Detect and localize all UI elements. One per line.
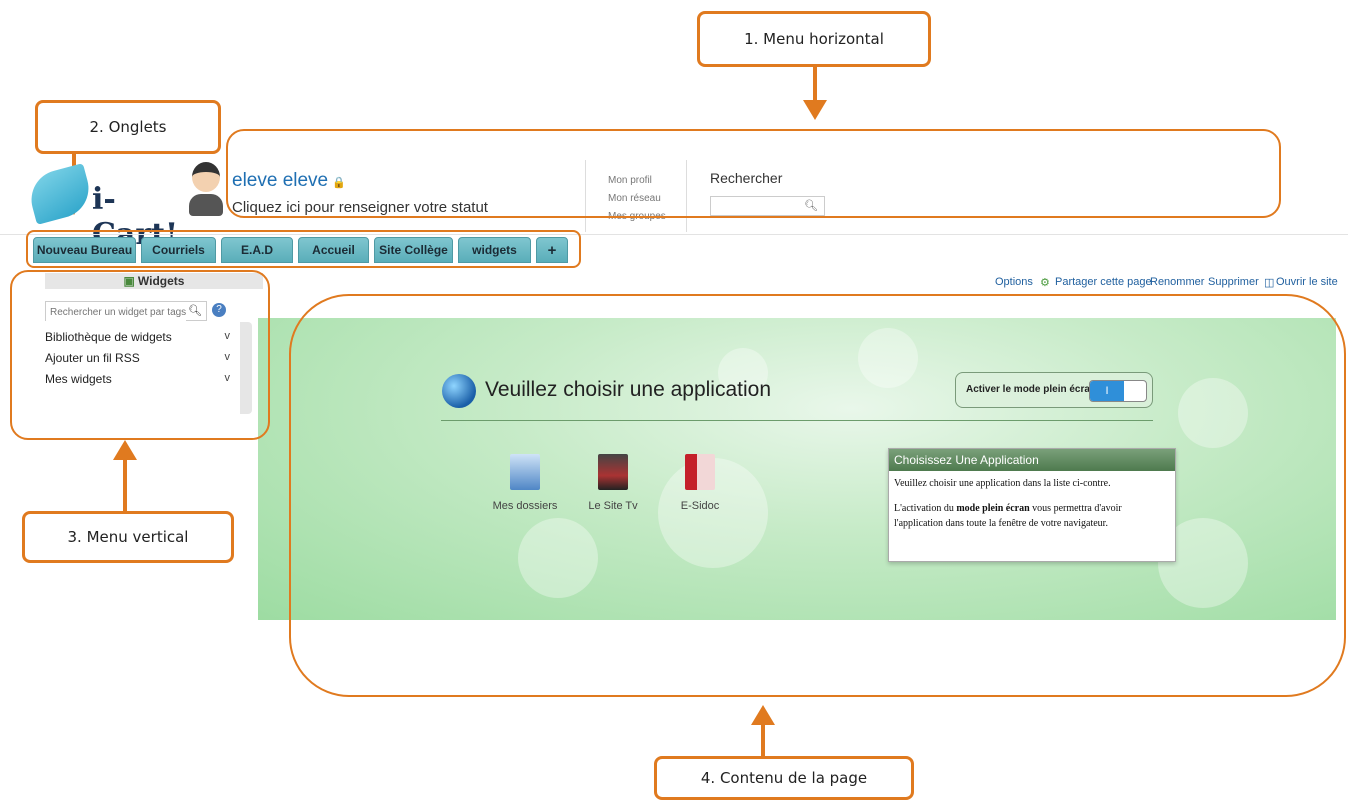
divider [686, 160, 687, 232]
tv-icon [598, 454, 628, 490]
help-panel-body: Veuillez choisir une application dans la… [889, 471, 1175, 546]
tab-accueil[interactable]: Accueil [298, 237, 369, 263]
chevron-down-icon[interactable]: v [225, 330, 231, 342]
widget-search-input[interactable] [46, 303, 186, 322]
fullscreen-toggle[interactable]: I [1089, 380, 1147, 402]
title-divider [441, 420, 1153, 421]
widgets-panel-header: ▣ Widgets [45, 273, 263, 289]
profile-links: Mon profil Mon réseau Mes groupes [608, 172, 666, 226]
help-text-2-pre: L'activation du [894, 503, 957, 514]
callout-label: 2. Onglets [89, 118, 167, 136]
app-le-site-tv[interactable]: Le Site Tv [568, 454, 658, 512]
sidebar-collapse-handle[interactable] [240, 322, 252, 414]
app-label: E-Sidoc [680, 500, 720, 512]
chevron-down-icon[interactable]: v [225, 372, 231, 384]
avatar[interactable] [186, 162, 226, 220]
help-text-2-bold: mode plein écran [956, 503, 1030, 514]
application-chooser: Veuillez choisir une application Activer… [258, 318, 1336, 620]
app-e-sidoc[interactable]: E-Sidoc [655, 454, 745, 512]
callout-label: 4. Contenu de la page [700, 769, 868, 787]
avatar-body-icon [189, 194, 223, 216]
fullscreen-label: Activer le mode plein écran [966, 384, 1097, 395]
help-icon[interactable]: ? [212, 303, 226, 317]
divider [585, 160, 586, 232]
widget-search-field[interactable]: 🔍︎ [45, 301, 207, 322]
app-mes-dossiers[interactable]: Mes dossiers [480, 454, 570, 512]
link-mes-groupes[interactable]: Mes groupes [608, 208, 666, 226]
avatar-head-icon [192, 162, 220, 192]
decorative-bubble [518, 518, 598, 598]
action-renommer[interactable]: Renommer [1150, 276, 1204, 288]
callout-label: 3. Menu vertical [67, 528, 189, 546]
user-name[interactable]: eleve eleve 🔒 [232, 170, 346, 192]
action-ouvrir-site[interactable]: Ouvrir le site [1276, 276, 1338, 288]
sidebar-item-bibliotheque[interactable]: Bibliothèque de widgets v [45, 330, 230, 344]
app-label: Mes dossiers [492, 500, 558, 512]
content-title: Veuillez choisir une application [485, 378, 772, 401]
lock-icon: 🔒 [332, 177, 346, 189]
arrow-3 [123, 459, 127, 511]
help-text-1: Veuillez choisir une application dans la… [894, 478, 1111, 489]
tab-courriels[interactable]: Courriels [141, 237, 216, 263]
action-options[interactable]: Options [995, 276, 1033, 288]
add-tab-button[interactable]: + [536, 237, 568, 263]
chevron-down-icon[interactable]: v [225, 351, 231, 363]
help-text-2: L'activation du mode plein écran vous pe… [894, 501, 1170, 531]
callout-menu-horizontal: 1. Menu horizontal [697, 11, 931, 67]
folder-icon [510, 454, 540, 490]
arrow-4 [761, 724, 765, 756]
globe-icon [442, 374, 476, 408]
widgets-icon: ▣ [123, 274, 135, 288]
arrow-1-head [803, 100, 827, 120]
logo[interactable]: i-Cart! [24, 163, 180, 252]
decorative-bubble [858, 328, 918, 388]
user-name-text[interactable]: eleve eleve [232, 170, 328, 191]
toggle-on-state: I [1090, 381, 1124, 401]
action-supprimer[interactable]: Supprimer [1208, 276, 1259, 288]
sidebar-item-rss[interactable]: Ajouter un fil RSS v [45, 351, 230, 365]
sidoc-icon [685, 454, 715, 490]
sidebar-item-label: Mes widgets [45, 372, 112, 386]
search-icon[interactable]: 🔍︎ [804, 199, 818, 212]
sidebar-item-mes-widgets[interactable]: Mes widgets v [45, 372, 230, 386]
callout-label: 1. Menu horizontal [744, 30, 884, 48]
fullscreen-toggle-box: Activer le mode plein écran I [955, 372, 1153, 408]
tab-nouveau-bureau[interactable]: Nouveau Bureau [33, 237, 136, 263]
share-icon[interactable]: ⚙ [1040, 276, 1050, 289]
tab-ead[interactable]: E.A.D [221, 237, 293, 263]
sidebar-item-label: Bibliothèque de widgets [45, 330, 172, 344]
help-panel: Choisissez Une Application Veuillez choi… [888, 448, 1176, 562]
tab-widgets[interactable]: widgets [458, 237, 531, 263]
header-divider [0, 234, 1348, 235]
callout-contenu: 4. Contenu de la page [654, 756, 914, 800]
help-panel-title: Choisissez Une Application [889, 449, 1175, 471]
action-partager[interactable]: Partager cette page [1055, 276, 1152, 288]
arrow-3-head [113, 440, 137, 460]
arrow-1 [813, 67, 817, 101]
external-link-icon[interactable]: ◫ [1264, 276, 1274, 289]
arrow-4-head [751, 705, 775, 725]
logo-wing-icon [24, 163, 96, 225]
search-label: Rechercher [710, 170, 783, 186]
user-status[interactable]: Cliquez ici pour renseigner votre statut [232, 199, 488, 216]
link-mon-reseau[interactable]: Mon réseau [608, 190, 666, 208]
app-label: Le Site Tv [588, 500, 638, 512]
tab-site-college[interactable]: Site Collège [374, 237, 453, 263]
widgets-title: Widgets [137, 274, 185, 288]
link-mon-profil[interactable]: Mon profil [608, 172, 666, 190]
search-input[interactable]: 🔍︎ [710, 196, 825, 216]
decorative-bubble [1178, 378, 1248, 448]
callout-menu-vertical: 3. Menu vertical [22, 511, 234, 563]
search-icon[interactable]: 🔍︎ [188, 304, 202, 317]
sidebar-item-label: Ajouter un fil RSS [45, 351, 140, 365]
callout-onglets: 2. Onglets [35, 100, 221, 154]
